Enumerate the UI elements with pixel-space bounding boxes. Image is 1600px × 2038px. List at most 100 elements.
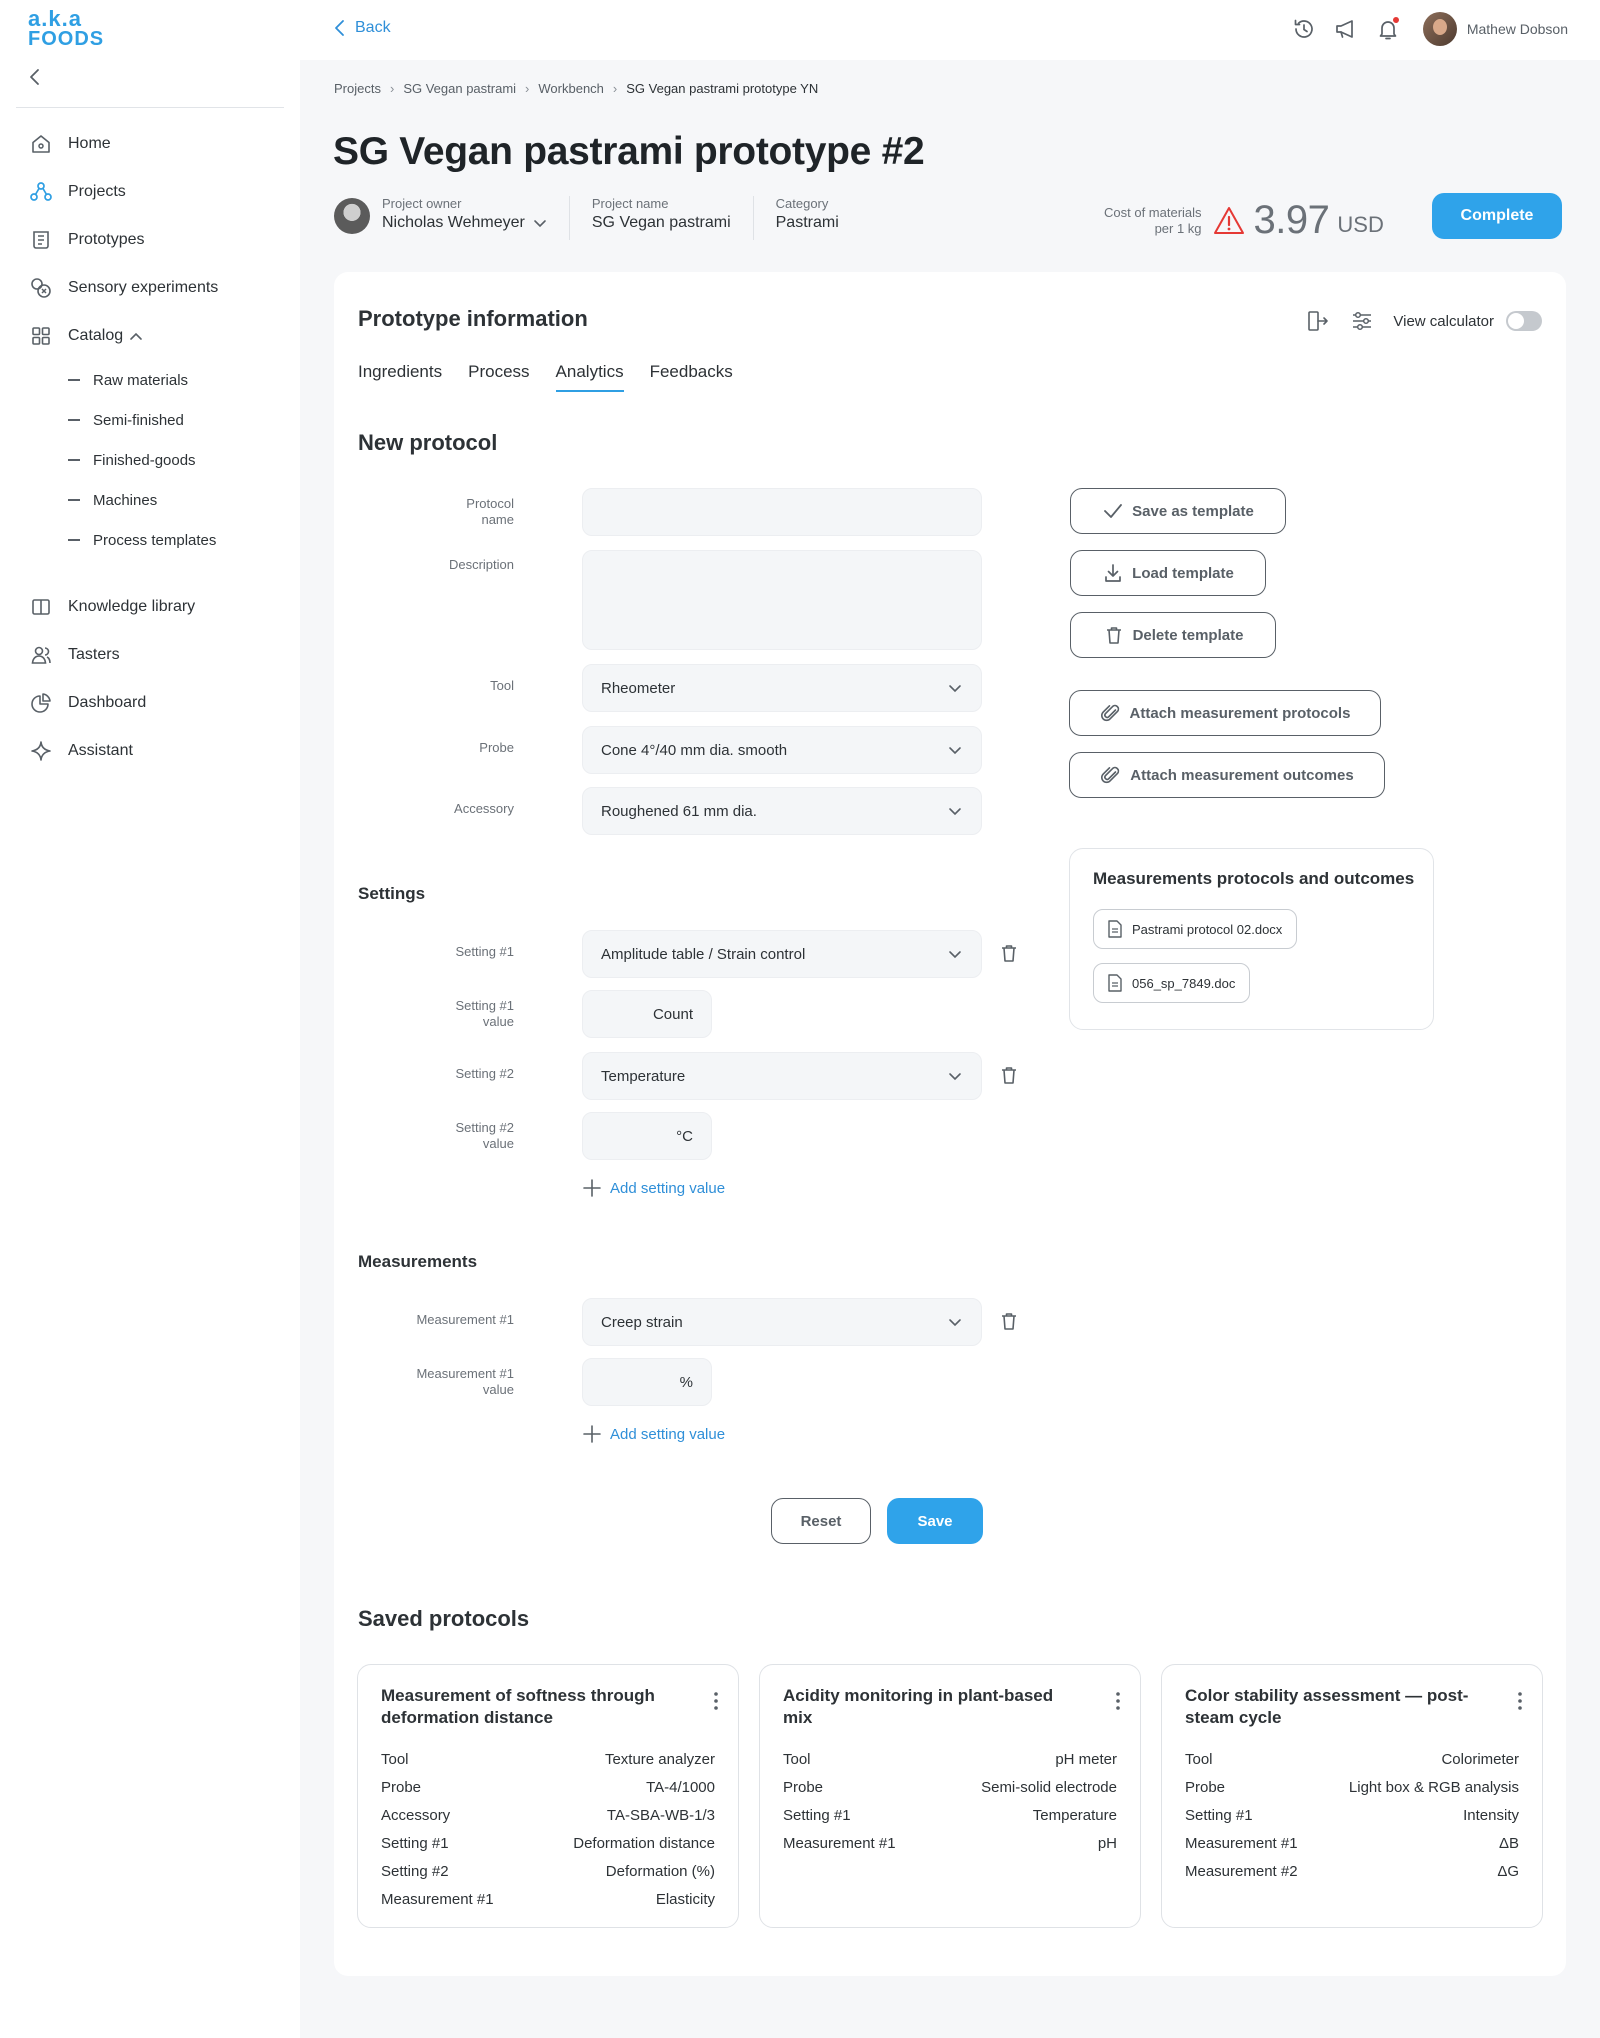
save-button[interactable]: Save: [887, 1498, 983, 1544]
catalog-item-raw-materials[interactable]: Raw materials: [68, 368, 188, 392]
file-chip[interactable]: 056_sp_7849.doc: [1093, 963, 1251, 1003]
catalog-item-finished-goods[interactable]: Finished-goods: [68, 448, 196, 472]
tab-analytics[interactable]: Analytics: [555, 362, 624, 392]
dash-marker: [68, 459, 80, 461]
more-vertical-icon[interactable]: [1516, 1689, 1524, 1713]
sidebar-item-sensory-experiments[interactable]: Sensory experiments: [28, 273, 218, 303]
trash-icon[interactable]: [998, 1064, 1020, 1086]
chevron-down-icon: [947, 946, 963, 962]
tab-process[interactable]: Process: [468, 362, 529, 392]
sidebar-item-assistant[interactable]: Assistant: [28, 736, 133, 766]
detail-value: TA-4/1000: [646, 1778, 715, 1796]
complete-button[interactable]: Complete: [1432, 193, 1562, 239]
sidebar-item-catalog[interactable]: Catalog: [28, 321, 143, 351]
back-button[interactable]: Back: [333, 18, 391, 38]
tool-select[interactable]: Rheometer: [582, 664, 982, 712]
sidebar-item-dashboard[interactable]: Dashboard: [28, 688, 146, 718]
user-name[interactable]: Mathew Dobson: [1467, 21, 1568, 37]
brand-logo[interactable]: a.k.a FOODS: [28, 8, 104, 50]
attach-measurement-protocols-button[interactable]: Attach measurement protocols: [1069, 690, 1381, 736]
history-icon[interactable]: [1291, 16, 1317, 42]
dashboard-icon: [28, 690, 54, 716]
attach-measurement-outcomes-button[interactable]: Attach measurement outcomes: [1069, 752, 1385, 798]
sidebar-item-prototypes[interactable]: Prototypes: [28, 225, 144, 255]
collapse-sidebar-icon[interactable]: [24, 66, 46, 88]
setting-2-select[interactable]: Temperature: [582, 1052, 982, 1100]
sidebar-item-tasters[interactable]: Tasters: [28, 640, 120, 670]
check-icon: [1102, 500, 1132, 522]
tab-feedbacks[interactable]: Feedbacks: [650, 362, 733, 392]
breadcrumb-project[interactable]: SG Vegan pastrami: [403, 81, 516, 96]
add-measurement-value-button[interactable]: Add setting value: [582, 1424, 725, 1444]
sidebar-item-home[interactable]: Home: [28, 129, 111, 159]
file-chip[interactable]: Pastrami protocol 02.docx: [1093, 909, 1298, 949]
unit-label: %: [679, 1373, 693, 1391]
setting-1-select[interactable]: Amplitude table / Strain control: [582, 930, 982, 978]
detail-value: Elasticity: [655, 1890, 715, 1908]
saved-protocol-title: Color stability assessment — post-steam …: [1185, 1686, 1469, 1727]
bell-icon[interactable]: [1375, 16, 1401, 42]
setting-1-value-input[interactable]: Count: [582, 990, 712, 1038]
load-template-button[interactable]: Load template: [1070, 550, 1266, 596]
detail-row: Setting #1 Temperature: [783, 1801, 1117, 1829]
plus-icon: [582, 1424, 610, 1444]
cost-label: Cost of materials per 1 kg: [1104, 205, 1202, 237]
add-setting-value-button[interactable]: Add setting value: [582, 1178, 725, 1198]
catalog-item-machines[interactable]: Machines: [68, 488, 157, 512]
setting-1-value: Amplitude table / Strain control: [601, 945, 806, 963]
unit-label: °C: [676, 1127, 693, 1145]
saved-protocol-card[interactable]: Measurement of softness through deformat…: [357, 1664, 739, 1928]
settings-heading: Settings: [358, 884, 426, 903]
measurements-heading: Measurements: [358, 1252, 478, 1271]
more-vertical-icon[interactable]: [1114, 1689, 1122, 1713]
user-avatar[interactable]: [1422, 12, 1457, 46]
description-label: Description: [448, 557, 514, 572]
detail-key: Tool: [783, 1750, 811, 1768]
detail-row: Measurement #1 pH: [783, 1829, 1117, 1857]
measurement-1-select[interactable]: Creep strain: [582, 1298, 982, 1346]
catalog-item-process-templates[interactable]: Process templates: [68, 528, 216, 552]
megaphone-icon[interactable]: [1333, 16, 1359, 42]
probe-select[interactable]: Cone 4°/40 mm dia. smooth: [582, 726, 982, 774]
description-textarea[interactable]: [582, 550, 982, 650]
setting-1-value-label: Setting #1 value: [364, 998, 514, 1030]
accessory-select[interactable]: Roughened 61 mm dia.: [582, 787, 982, 835]
project-owner[interactable]: Project owner Nicholas Wehmeyer: [382, 196, 547, 232]
view-calculator-toggle[interactable]: [1506, 311, 1542, 331]
sidebar-item-projects[interactable]: Projects: [28, 177, 126, 207]
setting-2-value-input[interactable]: °C: [582, 1112, 712, 1160]
detail-key: Setting #2: [381, 1862, 449, 1880]
measurement-1-value-input[interactable]: %: [582, 1358, 712, 1406]
trash-icon[interactable]: [998, 942, 1020, 964]
measurement-1-value-label-line-1: Measurement #1: [416, 1366, 514, 1381]
protocol-name-input[interactable]: [582, 488, 982, 536]
detail-key: Accessory: [381, 1806, 451, 1824]
setting-1-label: Setting #1: [455, 944, 514, 959]
project-name-value: SG Vegan pastrami: [591, 214, 731, 231]
tab-ingredients[interactable]: Ingredients: [358, 362, 442, 392]
delete-template-button[interactable]: Delete template: [1070, 612, 1276, 658]
sidebar-item-label: Prototypes: [68, 231, 145, 248]
catalog-item-label: Machines: [93, 491, 158, 509]
catalog-item-semi-finished[interactable]: Semi-finished: [68, 408, 184, 432]
trash-icon[interactable]: [998, 1310, 1020, 1332]
breadcrumb-projects[interactable]: Projects: [334, 81, 381, 96]
add-measurement-label: Add setting value: [610, 1425, 726, 1443]
detail-row: Measurement #1 ΔB: [1185, 1829, 1519, 1857]
reset-button[interactable]: Reset: [771, 1498, 871, 1544]
detail-row: Tool Colorimeter: [1185, 1745, 1519, 1773]
unit-label: Count: [652, 1005, 693, 1023]
export-icon[interactable]: [1305, 308, 1331, 334]
saved-protocol-card[interactable]: Acidity monitoring in plant-based mix To…: [759, 1664, 1141, 1928]
attach-protocols-label: Attach measurement protocols: [1129, 704, 1351, 722]
save-as-template-button[interactable]: Save as template: [1070, 488, 1286, 534]
more-vertical-icon[interactable]: [712, 1689, 720, 1713]
saved-protocol-card[interactable]: Color stability assessment — post-steam …: [1161, 1664, 1543, 1928]
sidebar-item-knowledge-library[interactable]: Knowledge library: [28, 592, 195, 622]
sliders-icon[interactable]: [1349, 308, 1375, 334]
catalog-icon: [28, 323, 54, 349]
cost-currency: USD: [1337, 211, 1384, 237]
dash-marker: [68, 499, 80, 501]
catalog-item-label: Raw materials: [93, 371, 189, 389]
breadcrumb-workbench[interactable]: Workbench: [538, 81, 604, 96]
